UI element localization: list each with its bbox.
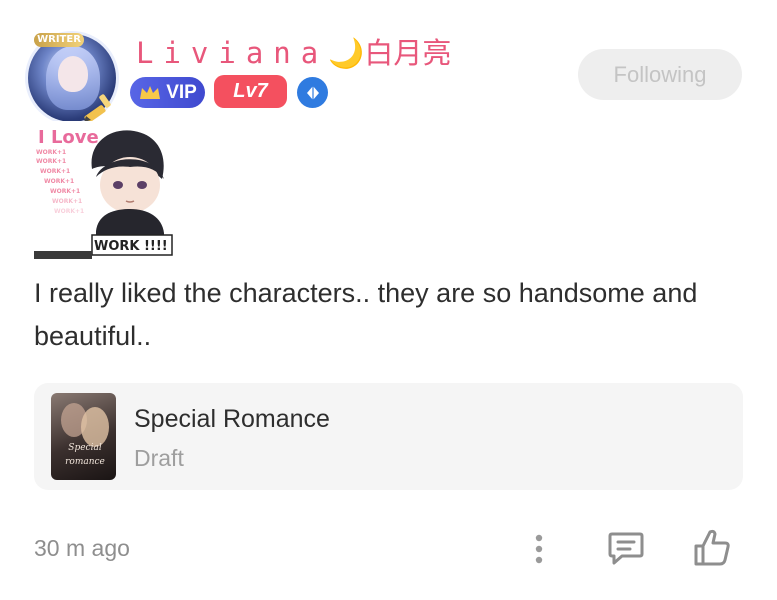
sticker-work-text: WORK !!!! bbox=[94, 239, 168, 254]
sticker-repeat-2: WORK+1 bbox=[36, 158, 66, 165]
username-suffix: 🌙白月亮 bbox=[328, 36, 452, 70]
writer-badge: WRITER bbox=[34, 33, 84, 47]
comment-text: I really liked the characters.. they are… bbox=[34, 278, 698, 351]
diamond-icon bbox=[306, 85, 319, 100]
comment-icon[interactable] bbox=[606, 528, 646, 568]
more-icon[interactable] bbox=[525, 530, 553, 568]
crown-icon bbox=[140, 85, 161, 99]
timestamp: 30 m ago bbox=[34, 535, 130, 561]
book-cover-title: Special romance bbox=[65, 443, 105, 467]
sticker-repeat-7: WORK+1 bbox=[54, 208, 84, 215]
sticker-repeat-5: WORK+1 bbox=[50, 188, 80, 195]
sticker-repeat-3: WORK+1 bbox=[40, 168, 70, 175]
vip-label: VIP bbox=[166, 81, 197, 103]
following-button[interactable]: Following bbox=[578, 49, 742, 100]
level-badge: Lv7 bbox=[214, 75, 287, 108]
book-status: Draft bbox=[134, 445, 184, 471]
username[interactable]: Liviana🌙白月亮 bbox=[136, 30, 451, 72]
book-cover: Special romance bbox=[51, 393, 116, 480]
pen-icon bbox=[84, 94, 111, 123]
sticker-love-text: I Love bbox=[38, 127, 99, 148]
username-text: Liviana bbox=[136, 36, 329, 70]
like-icon[interactable] bbox=[690, 526, 734, 570]
i-love-work-sticker: I Love WORK+1 WORK+1 WORK+1 WORK+1 WORK+… bbox=[34, 121, 174, 259]
book-title: Special Romance bbox=[134, 405, 330, 433]
sticker-repeat-4: WORK+1 bbox=[44, 178, 74, 185]
sticker-repeat-1: WORK+1 bbox=[36, 149, 66, 156]
diamond-badge bbox=[297, 77, 328, 108]
sticker-repeat-6: WORK+1 bbox=[52, 198, 82, 205]
book-card[interactable]: Special romance Special Romance Draft bbox=[34, 383, 743, 490]
vip-badge: VIP bbox=[130, 77, 205, 108]
